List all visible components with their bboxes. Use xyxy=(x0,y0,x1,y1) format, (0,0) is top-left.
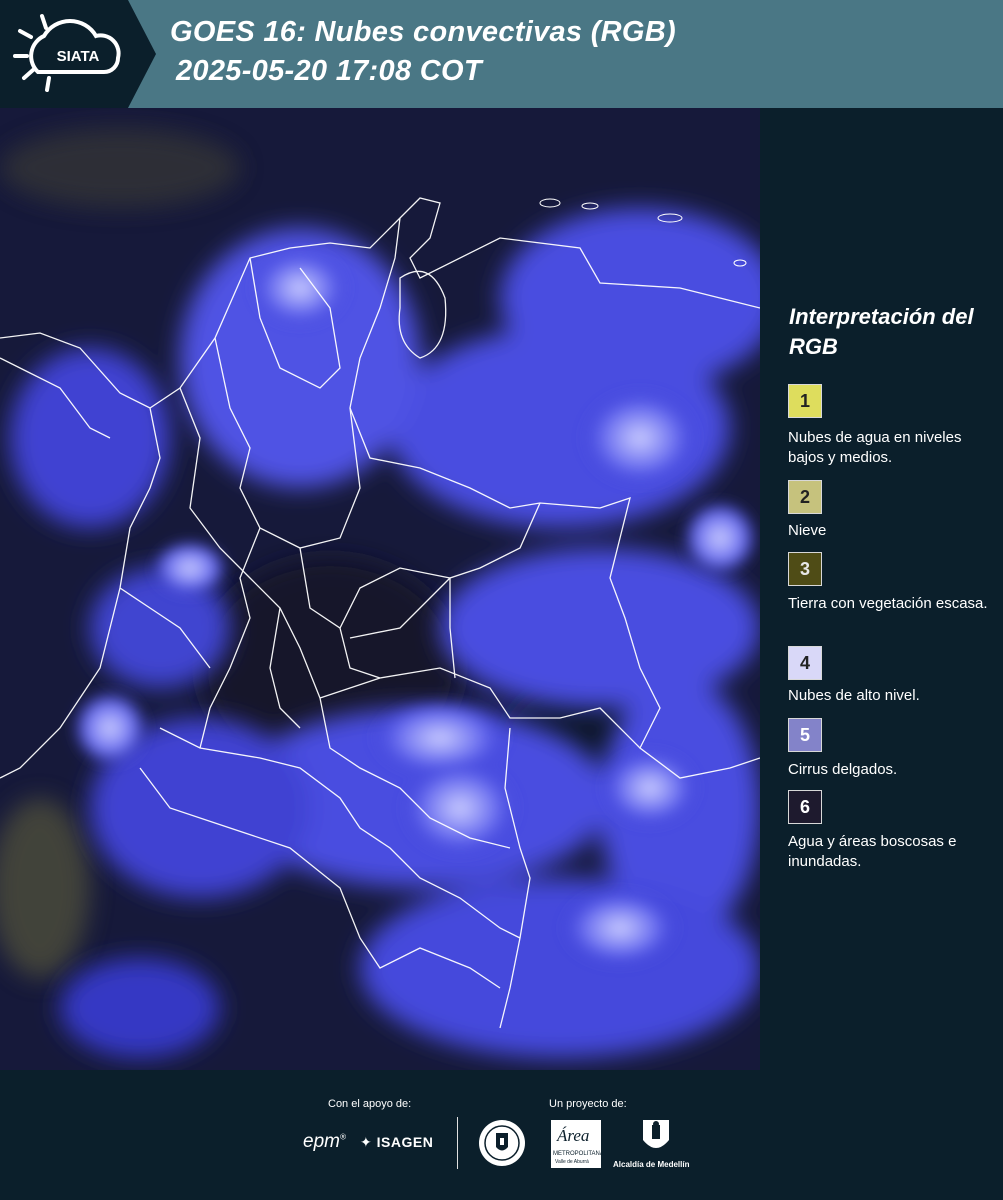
area-script-text: Área xyxy=(557,1126,590,1145)
satellite-image xyxy=(0,108,760,1070)
title-line-1: GOES 16: Nubes convectivas (RGB) xyxy=(170,16,676,48)
logo-text: SIATA xyxy=(57,48,100,65)
legend-label-5: Cirrus delgados. xyxy=(788,761,898,778)
header-bar: SIATA GOES 16: Nubes convectivas (RGB) 2… xyxy=(0,0,1003,108)
siata-logo: SIATA xyxy=(0,0,158,108)
legend-title: Interpretación del RGB xyxy=(789,304,974,359)
legend-swatch-5: 5 xyxy=(788,718,822,752)
epm-text: epm xyxy=(303,1131,340,1152)
legend-swatch-2: 2 xyxy=(788,480,822,514)
medellin-seal-icon xyxy=(479,1120,525,1166)
satellite-map-graphic xyxy=(0,108,760,1070)
footer-divider xyxy=(457,1117,458,1169)
support-label: Con el apoyo de: xyxy=(328,1098,412,1110)
title-line-2: 2025-05-20 17:08 COT xyxy=(176,55,482,87)
alcaldia-shield-logo xyxy=(643,1120,669,1148)
area-caption: METROPOLITANA xyxy=(553,1151,604,1157)
legend-swatch-1: 1 xyxy=(788,384,822,418)
isagen-logo: ✦ ISAGEN xyxy=(360,1134,433,1151)
legend-swatch-3: 3 xyxy=(788,552,822,586)
sun-cloud-icon: SIATA xyxy=(0,0,156,108)
area-metropolitana-logo: Área METROPOLITANA Valle de Aburrá xyxy=(551,1120,604,1168)
legend-label-1: Nubes de agua en niveles bajos y medios. xyxy=(788,429,962,466)
epm-logo: epm® xyxy=(303,1131,346,1152)
legend-label-3: Tierra con vegetación escasa. xyxy=(788,595,988,612)
isagen-text: ISAGEN xyxy=(376,1134,434,1150)
alcaldia-caption: Alcaldía de Medellín xyxy=(613,1160,690,1169)
footer-bar: Con el apoyo de: Un proyecto de: epm® ✦ … xyxy=(0,1070,1003,1200)
legend-swatch-4: 4 xyxy=(788,646,822,680)
legend-label-6: Agua y áreas boscosas e inundadas. xyxy=(788,833,957,870)
legend-label-2: Nieve xyxy=(788,522,827,539)
legend-label-4: Nubes de alto nivel. xyxy=(788,687,920,704)
area-subcaption: Valle de Aburrá xyxy=(555,1159,589,1165)
isagen-star-icon: ✦ xyxy=(360,1134,373,1150)
project-label: Un proyecto de: xyxy=(549,1098,627,1110)
legend-swatch-6: 6 xyxy=(788,790,822,824)
legend-panel: Interpretación del RGB 1 Nubes de agua e… xyxy=(760,108,1003,1070)
